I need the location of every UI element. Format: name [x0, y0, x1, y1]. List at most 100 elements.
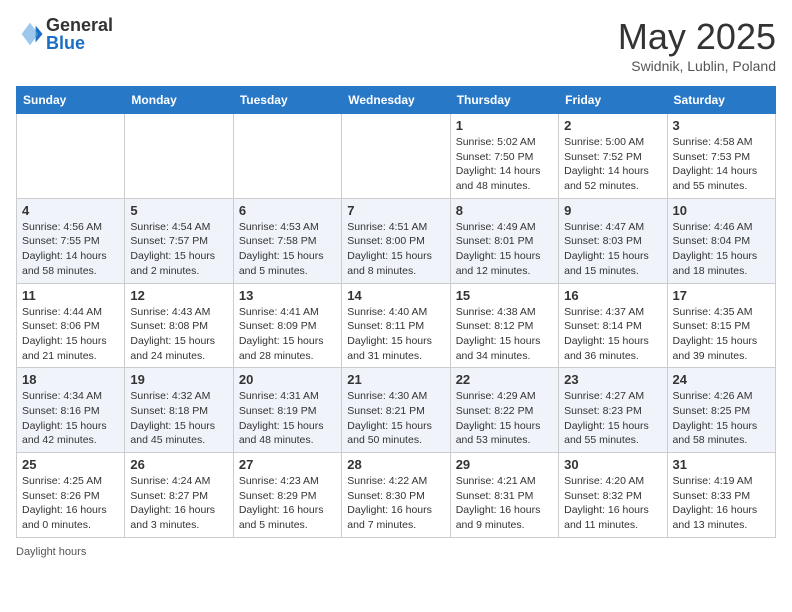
- week-row-4: 18Sunrise: 4:34 AM Sunset: 8:16 PM Dayli…: [17, 368, 776, 453]
- day-number: 14: [347, 288, 444, 303]
- calendar-cell: 14 Sunrise: 4:40 AM Sunset: 8:11 PM Dayli…: [342, 283, 450, 368]
- logo-blue-text: Blue: [46, 34, 113, 52]
- weekday-header-monday: Monday: [125, 87, 233, 114]
- day-info: Sunrise: 4:22 AM Sunset: 8:30 PM Dayligh…: [347, 474, 444, 533]
- calendar-cell: 4 Sunrise: 4:56 AM Sunset: 7:55 PM Daylig…: [17, 198, 125, 283]
- day-info: Sunrise: 4:47 AM Sunset: 8:03 PM Dayligh…: [564, 220, 661, 279]
- calendar-cell: 12 Sunrise: 4:43 AM Sunset: 8:08 PM Dayli…: [125, 283, 233, 368]
- calendar-cell: 11 Sunrise: 4:44 AM Sunset: 8:06 PM Dayli…: [17, 283, 125, 368]
- calendar-cell: 5 Sunrise: 4:54 AM Sunset: 7:57 PM Daylig…: [125, 198, 233, 283]
- week-row-5: 25 Sunrise: 4:25 AM Sunset: 8:26 PM Dayli…: [17, 453, 776, 538]
- day-number: 2: [564, 118, 661, 133]
- day-info: Sunrise: 4:32 AM Sunset: 8:18 PM Dayligh…: [130, 389, 227, 448]
- calendar-cell: 25 Sunrise: 4:25 AM Sunset: 8:26 PM Dayli…: [17, 453, 125, 538]
- calendar-cell: 6 Sunrise: 4:53 AM Sunset: 7:58 PM Daylig…: [233, 198, 341, 283]
- day-info: Sunrise: 4:40 AM Sunset: 8:11 PM Dayligh…: [347, 305, 444, 364]
- calendar-cell: 16Sunrise: 4:37 AM Sunset: 8:14 PM Dayli…: [559, 283, 667, 368]
- calendar-cell: 27Sunrise: 4:23 AM Sunset: 8:29 PM Dayli…: [233, 453, 341, 538]
- calendar-cell: 1 Sunrise: 5:02 AM Sunset: 7:50 PM Daylig…: [450, 114, 558, 199]
- day-info: Sunrise: 4:30 AM Sunset: 8:21 PM Dayligh…: [347, 389, 444, 448]
- calendar-cell: 9 Sunrise: 4:47 AM Sunset: 8:03 PM Daylig…: [559, 198, 667, 283]
- day-number: 10: [673, 203, 770, 218]
- day-number: 25: [22, 457, 119, 472]
- day-info: Sunrise: 4:46 AM Sunset: 8:04 PM Dayligh…: [673, 220, 770, 279]
- day-info: Sunrise: 4:35 AM Sunset: 8:15 PM Dayligh…: [673, 305, 770, 364]
- day-number: 12: [130, 288, 227, 303]
- footer: Daylight hours: [16, 546, 776, 558]
- day-number: 17: [673, 288, 770, 303]
- logo-icon: [16, 20, 44, 48]
- day-number: 9: [564, 203, 661, 218]
- day-info: Sunrise: 4:38 AM Sunset: 8:12 PM Dayligh…: [456, 305, 553, 364]
- weekday-header-row: SundayMondayTuesdayWednesdayThursdayFrid…: [17, 87, 776, 114]
- day-info: Sunrise: 4:44 AM Sunset: 8:06 PM Dayligh…: [22, 305, 119, 364]
- day-number: 30: [564, 457, 661, 472]
- day-info: Sunrise: 4:49 AM Sunset: 8:01 PM Dayligh…: [456, 220, 553, 279]
- location-text: Swidnik, Lublin, Poland: [618, 58, 776, 74]
- calendar-cell: [233, 114, 341, 199]
- day-number: 11: [22, 288, 119, 303]
- calendar-cell: 28 Sunrise: 4:22 AM Sunset: 8:30 PM Dayli…: [342, 453, 450, 538]
- day-info: Sunrise: 4:29 AM Sunset: 8:22 PM Dayligh…: [456, 389, 553, 448]
- day-info: Sunrise: 4:53 AM Sunset: 7:58 PM Dayligh…: [239, 220, 336, 279]
- day-number: 3: [673, 118, 770, 133]
- weekday-header-sunday: Sunday: [17, 87, 125, 114]
- day-number: 19: [130, 372, 227, 387]
- month-title: May 2025: [618, 16, 776, 58]
- day-number: 1: [456, 118, 553, 133]
- day-info: Sunrise: 4:19 AM Sunset: 8:33 PM Dayligh…: [673, 474, 770, 533]
- week-row-3: 11 Sunrise: 4:44 AM Sunset: 8:06 PM Dayli…: [17, 283, 776, 368]
- calendar-cell: 31Sunrise: 4:19 AM Sunset: 8:33 PM Dayli…: [667, 453, 775, 538]
- calendar-cell: [17, 114, 125, 199]
- day-info: Sunrise: 4:31 AM Sunset: 8:19 PM Dayligh…: [239, 389, 336, 448]
- day-number: 6: [239, 203, 336, 218]
- day-number: 4: [22, 203, 119, 218]
- day-info: Sunrise: 5:02 AM Sunset: 7:50 PM Dayligh…: [456, 135, 553, 194]
- title-block: May 2025 Swidnik, Lublin, Poland: [618, 16, 776, 74]
- calendar-cell: 15 Sunrise: 4:38 AM Sunset: 8:12 PM Dayli…: [450, 283, 558, 368]
- day-info: Sunrise: 4:56 AM Sunset: 7:55 PM Dayligh…: [22, 220, 119, 279]
- calendar-cell: 23 Sunrise: 4:27 AM Sunset: 8:23 PM Dayli…: [559, 368, 667, 453]
- day-number: 29: [456, 457, 553, 472]
- day-info: Sunrise: 4:37 AM Sunset: 8:14 PM Dayligh…: [564, 305, 661, 364]
- weekday-header-tuesday: Tuesday: [233, 87, 341, 114]
- day-number: 8: [456, 203, 553, 218]
- calendar-cell: 18Sunrise: 4:34 AM Sunset: 8:16 PM Dayli…: [17, 368, 125, 453]
- day-info: Sunrise: 4:26 AM Sunset: 8:25 PM Dayligh…: [673, 389, 770, 448]
- week-row-1: 1 Sunrise: 5:02 AM Sunset: 7:50 PM Daylig…: [17, 114, 776, 199]
- day-info: Sunrise: 4:58 AM Sunset: 7:53 PM Dayligh…: [673, 135, 770, 194]
- calendar-cell: 22 Sunrise: 4:29 AM Sunset: 8:22 PM Dayli…: [450, 368, 558, 453]
- calendar-cell: 19 Sunrise: 4:32 AM Sunset: 8:18 PM Dayli…: [125, 368, 233, 453]
- calendar-cell: 20 Sunrise: 4:31 AM Sunset: 8:19 PM Dayli…: [233, 368, 341, 453]
- day-number: 15: [456, 288, 553, 303]
- day-info: Sunrise: 4:27 AM Sunset: 8:23 PM Dayligh…: [564, 389, 661, 448]
- calendar-cell: 8 Sunrise: 4:49 AM Sunset: 8:01 PM Daylig…: [450, 198, 558, 283]
- logo: General Blue: [16, 16, 113, 52]
- calendar-cell: 3 Sunrise: 4:58 AM Sunset: 7:53 PM Daylig…: [667, 114, 775, 199]
- day-info: Sunrise: 4:20 AM Sunset: 8:32 PM Dayligh…: [564, 474, 661, 533]
- calendar-cell: [125, 114, 233, 199]
- day-info: Sunrise: 4:25 AM Sunset: 8:26 PM Dayligh…: [22, 474, 119, 533]
- day-info: Sunrise: 4:51 AM Sunset: 8:00 PM Dayligh…: [347, 220, 444, 279]
- weekday-header-thursday: Thursday: [450, 87, 558, 114]
- weekday-header-wednesday: Wednesday: [342, 87, 450, 114]
- day-number: 24: [673, 372, 770, 387]
- day-number: 5: [130, 203, 227, 218]
- day-number: 20: [239, 372, 336, 387]
- daylight-label: Daylight hours: [16, 546, 86, 558]
- day-number: 26: [130, 457, 227, 472]
- day-info: Sunrise: 4:54 AM Sunset: 7:57 PM Dayligh…: [130, 220, 227, 279]
- calendar-cell: 21Sunrise: 4:30 AM Sunset: 8:21 PM Dayli…: [342, 368, 450, 453]
- day-number: 28: [347, 457, 444, 472]
- day-info: Sunrise: 4:41 AM Sunset: 8:09 PM Dayligh…: [239, 305, 336, 364]
- day-number: 22: [456, 372, 553, 387]
- day-info: Sunrise: 4:21 AM Sunset: 8:31 PM Dayligh…: [456, 474, 553, 533]
- calendar-cell: 10 Sunrise: 4:46 AM Sunset: 8:04 PM Dayli…: [667, 198, 775, 283]
- logo-general-text: General: [46, 16, 113, 34]
- calendar-cell: [342, 114, 450, 199]
- day-info: Sunrise: 4:43 AM Sunset: 8:08 PM Dayligh…: [130, 305, 227, 364]
- day-number: 23: [564, 372, 661, 387]
- day-info: Sunrise: 4:34 AM Sunset: 8:16 PM Dayligh…: [22, 389, 119, 448]
- day-number: 13: [239, 288, 336, 303]
- page-header: General Blue May 2025 Swidnik, Lublin, P…: [16, 16, 776, 74]
